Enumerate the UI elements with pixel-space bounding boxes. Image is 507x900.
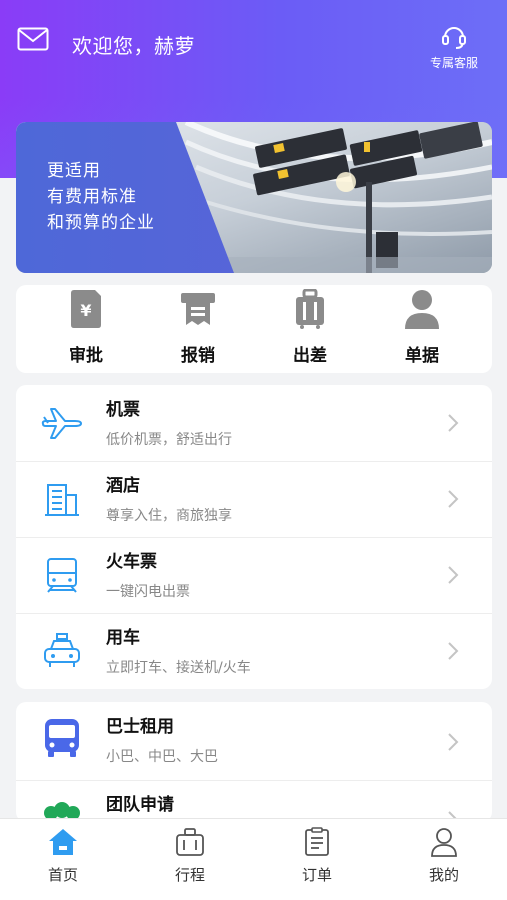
customer-service-label: 专属客服 <box>429 56 478 70</box>
service-subtitle: 小巴、中巴、大巴 <box>106 749 218 765</box>
promo-banner[interactable]: 更适用 有费用标准 和预算的企业 <box>16 122 492 273</box>
service-subtitle: 低价机票，舒适出行 <box>106 432 232 448</box>
service-title: 火车票 <box>106 552 157 572</box>
service-title: 机票 <box>106 400 140 420</box>
quick-action-label: 报销 <box>181 346 215 366</box>
tab-label: 首页 <box>47 866 78 884</box>
tab-label: 行程 <box>174 866 205 884</box>
chevron-right-icon <box>448 566 459 584</box>
quick-action-travel[interactable]: 出差 <box>270 285 350 373</box>
service-title: 巴士租用 <box>106 717 174 737</box>
chevron-right-icon <box>448 733 459 751</box>
customer-service-button[interactable]: 专属客服 <box>420 22 488 71</box>
service-title: 团队申请 <box>106 795 174 815</box>
service-row-bus[interactable]: 巴士租用 小巴、中巴、大巴 <box>16 702 492 779</box>
service-row-flight[interactable]: 机票 低价机票，舒适出行 <box>16 385 492 462</box>
quick-action-label: 审批 <box>69 346 103 366</box>
extra-services-card: 巴士租用 小巴、中巴、大巴 团队申请 <box>16 702 492 822</box>
home-icon <box>49 829 77 855</box>
tab-label: 我的 <box>428 866 459 884</box>
chevron-right-icon <box>448 414 459 432</box>
bottom-tab-bar: 首页 行程 订单 我的 <box>0 818 507 900</box>
quick-action-label: 单据 <box>405 346 439 366</box>
tab-itinerary[interactable]: 行程 <box>145 819 235 900</box>
service-title: 酒店 <box>106 476 140 496</box>
train-icon <box>47 558 77 593</box>
services-card: 机票 低价机票，舒适出行 酒店 尊享入住，商旅独享 火车票 一键闪电出票 用车 … <box>16 385 492 689</box>
suitcase-icon <box>176 828 204 856</box>
airplane-icon <box>41 408 82 439</box>
quick-action-approval[interactable]: ¥ 审批 <box>46 285 126 373</box>
service-row-car[interactable]: 用车 立即打车、接送机/火车 <box>16 613 492 690</box>
tab-orders[interactable]: 订单 <box>272 819 362 900</box>
chevron-right-icon <box>448 642 459 660</box>
mail-icon[interactable] <box>17 27 49 51</box>
order-icon <box>305 827 329 856</box>
taxi-icon <box>44 633 80 667</box>
approval-icon: ¥ <box>71 290 101 328</box>
banner-line-1: 更适用 <box>47 161 101 181</box>
hotel-icon <box>45 484 79 516</box>
welcome-text: 欢迎您，赫萝 <box>72 34 195 58</box>
quick-action-label: 出差 <box>293 346 327 366</box>
banner-line-2: 有费用标准 <box>47 187 137 207</box>
tab-profile[interactable]: 我的 <box>399 819 489 900</box>
headset-icon <box>442 27 466 49</box>
user-icon <box>431 828 457 857</box>
quick-action-documents[interactable]: 单据 <box>382 285 462 373</box>
tab-label: 订单 <box>301 866 332 884</box>
service-row-hotel[interactable]: 酒店 尊享入住，商旅独享 <box>16 461 492 538</box>
quick-action-reimburse[interactable]: 报销 <box>158 285 238 373</box>
service-title: 用车 <box>106 628 140 648</box>
bus-icon <box>45 719 79 757</box>
chevron-right-icon <box>448 490 459 508</box>
service-subtitle: 一键闪电出票 <box>106 584 190 600</box>
banner-text: 更适用 有费用标准 和预算的企业 <box>47 158 155 236</box>
service-row-team[interactable]: 团队申请 <box>16 780 492 822</box>
luggage-icon <box>296 289 324 329</box>
person-icon <box>405 290 439 329</box>
reimburse-icon <box>181 293 215 325</box>
service-row-train[interactable]: 火车票 一键闪电出票 <box>16 537 492 614</box>
svg-text:¥: ¥ <box>80 301 91 320</box>
quick-actions-card: ¥ 审批 报销 出差 单据 <box>16 285 492 373</box>
service-subtitle: 尊享入住，商旅独享 <box>106 508 232 524</box>
banner-line-3: 和预算的企业 <box>47 213 155 233</box>
tab-home[interactable]: 首页 <box>18 819 108 900</box>
service-subtitle: 立即打车、接送机/火车 <box>106 660 251 676</box>
